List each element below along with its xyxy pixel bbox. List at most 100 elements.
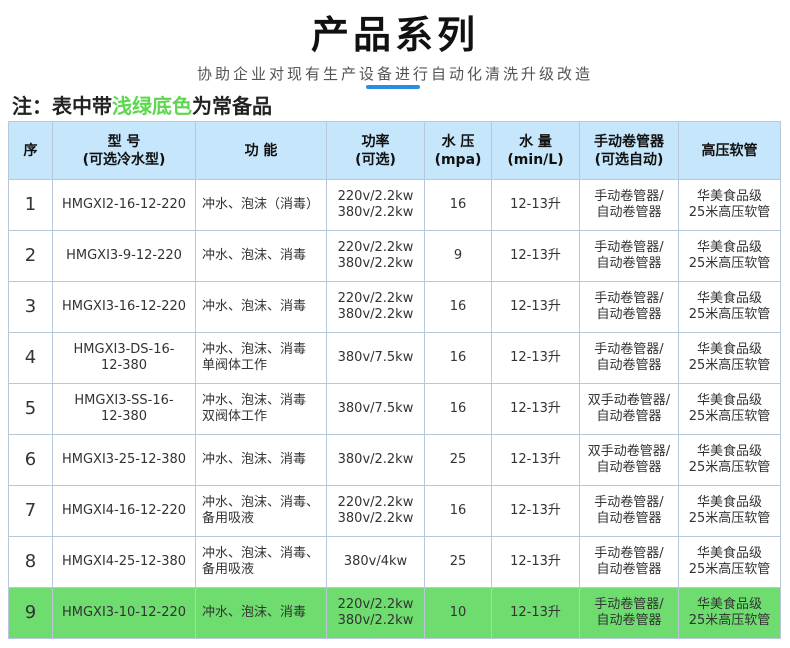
page-subtitle: 协助企业对现有生产设备进行自动化清洗升级改造 <box>196 65 593 83</box>
cell-flow-text: 12-13升 <box>510 605 561 620</box>
cell-reel-text: 手动卷管器/ <box>594 597 664 612</box>
cell-function: 冲水、泡沫、消毒 <box>195 230 327 282</box>
cell-function: 冲水、泡沫、消毒 单阀体工作 <box>195 332 327 384</box>
cell-index-text: 8 <box>24 551 37 572</box>
cell-pressure: 16 <box>424 281 492 333</box>
cell-power-text: 380v/2.2kw <box>337 256 414 271</box>
cell-index-text: 3 <box>24 296 37 317</box>
cell-function: 冲水、泡沫、消毒 <box>195 587 327 639</box>
cell-hose-text: 25米高压软管 <box>688 205 771 220</box>
cell-reel: 双手动卷管器/自动卷管器 <box>579 434 679 486</box>
cell-model-text: HMGXI4-25-12-380 <box>61 554 187 569</box>
cell-index: 7 <box>8 485 53 537</box>
cell-hose: 华美食品级 25米高压软管 <box>678 230 781 282</box>
cell-hose-text: 华美食品级 <box>696 393 762 408</box>
cell-reel-text: 自动卷管器 <box>596 511 662 526</box>
cell-flow-text: 12-13升 <box>510 452 561 467</box>
cell-flow-text: 12-13升 <box>510 299 561 314</box>
cell-hose-text: 25米高压软管 <box>688 613 771 628</box>
cell-power: 380v/7.5kw <box>326 383 425 435</box>
cell-reel-text: 自动卷管器 <box>596 460 662 475</box>
cell-flow: 12-13升 <box>491 587 580 639</box>
cell-pressure-text: 16 <box>449 401 467 416</box>
cell-reel-text: 自动卷管器 <box>596 562 662 577</box>
table-row: 3 HMGXI3-16-12-220 冲水、泡沫、消毒 220v/2.2kw 380v/… <box>8 281 781 333</box>
cell-model-text: HMGXI3-10-12-220 <box>61 605 187 620</box>
cell-reel-text: 双手动卷管器/ <box>587 444 671 459</box>
cell-flow-text: 12-13升 <box>510 401 561 416</box>
cell-function: 冲水、泡沫、消毒、 备用吸液 <box>195 536 327 588</box>
cell-model: HMGXI3-9-12-220 <box>52 230 196 282</box>
cell-reel-text: 自动卷管器 <box>596 307 662 322</box>
col-function-header: 功 能 <box>195 121 327 180</box>
cell-function: 冲水、泡沫、消毒 <box>195 281 327 333</box>
cell-pressure: 25 <box>424 434 492 486</box>
subtitle-underline <box>366 85 420 89</box>
cell-index-text: 1 <box>24 194 37 215</box>
cell-index-text: 4 <box>24 347 37 368</box>
cell-reel-text: 自动卷管器 <box>596 409 662 424</box>
cell-function-text: 冲水、泡沫（消毒） <box>202 197 320 212</box>
table-row: 9 HMGXI3-10-12-220 冲水、泡沫、消毒 220v/2.2kw 380v/… <box>8 587 781 639</box>
cell-power: 380v/7.5kw <box>326 332 425 384</box>
cell-function-text: 冲水、泡沫、消毒 <box>202 605 307 620</box>
cell-hose-text: 华美食品级 <box>696 189 762 204</box>
header-line-1: 手动卷管器 <box>594 133 664 150</box>
cell-hose: 华美食品级 25米高压软管 <box>678 383 781 435</box>
cell-reel: 手动卷管器/自动卷管器 <box>579 281 679 333</box>
cell-index: 6 <box>8 434 53 486</box>
cell-function: 冲水、泡沫（消毒） <box>195 179 327 231</box>
cell-index: 2 <box>8 230 53 282</box>
cell-index-text: 7 <box>24 500 37 521</box>
header-line-1: 功 能 <box>244 142 278 159</box>
cell-power-text: 380v/7.5kw <box>337 401 414 416</box>
product-table: 序型 号 (可选冷水型) 功 能功率 (可选) 水 压 (mpa) 水 量 (min/L) 手动… <box>8 121 781 639</box>
note-prefix: 注：表中带 <box>12 94 112 118</box>
cell-hose-text: 25米高压软管 <box>688 511 771 526</box>
cell-pressure-text: 25 <box>449 554 467 569</box>
cell-hose-text: 华美食品级 <box>696 495 762 510</box>
cell-power-text: 220v/2.2kw <box>337 495 414 510</box>
cell-reel-text: 手动卷管器/ <box>594 189 664 204</box>
cell-flow: 12-13升 <box>491 536 580 588</box>
cell-model: HMGXI4-25-12-380 <box>52 536 196 588</box>
cell-power: 380v/2.2kw <box>326 434 425 486</box>
cell-reel: 手动卷管器/自动卷管器 <box>579 179 679 231</box>
cell-power-text: 380v/2.2kw <box>337 511 414 526</box>
header-line-2: (min/L) <box>507 151 564 168</box>
cell-hose: 华美食品级 25米高压软管 <box>678 281 781 333</box>
cell-model: HMGXI3-16-12-220 <box>52 281 196 333</box>
cell-power: 220v/2.2kw 380v/2.2kw <box>326 485 425 537</box>
cell-model-text: HMGXI3-SS-16- <box>74 393 174 408</box>
cell-function-text: 备用吸液 <box>202 562 255 577</box>
cell-model: HMGXI3-SS-16- 12-380 <box>52 383 196 435</box>
header-line-2: (可选自动) <box>594 151 664 168</box>
cell-model-text: HMGXI2-16-12-220 <box>61 197 187 212</box>
cell-hose: 华美食品级 25米高压软管 <box>678 587 781 639</box>
header-line-1: 型 号 <box>107 133 141 150</box>
cell-hose-text: 25米高压软管 <box>688 562 771 577</box>
cell-index: 5 <box>8 383 53 435</box>
cell-model-text: HMGXI3-9-12-220 <box>66 248 182 263</box>
col-power-header: 功率 (可选) <box>326 121 425 180</box>
table-header-row: 序型 号 (可选冷水型) 功 能功率 (可选) 水 压 (mpa) 水 量 (min/L) 手动… <box>8 121 781 180</box>
note-suffix: 为常备品 <box>192 94 272 118</box>
cell-index: 8 <box>8 536 53 588</box>
col-flow-header: 水 量 (min/L) <box>491 121 580 180</box>
cell-index-text: 5 <box>24 398 37 419</box>
cell-flow-text: 12-13升 <box>510 350 561 365</box>
cell-flow: 12-13升 <box>491 485 580 537</box>
cell-pressure-text: 16 <box>449 197 467 212</box>
cell-flow: 12-13升 <box>491 434 580 486</box>
stock-note: 注：表中带浅绿底色为常备品 <box>12 90 272 119</box>
cell-index-text: 6 <box>24 449 37 470</box>
cell-hose-text: 25米高压软管 <box>688 256 771 271</box>
cell-model-text: HMGXI3-DS-16- <box>73 342 175 357</box>
cell-hose-text: 华美食品级 <box>696 240 762 255</box>
cell-power: 220v/2.2kw 380v/2.2kw <box>326 179 425 231</box>
cell-power: 220v/2.2kw 380v/2.2kw <box>326 587 425 639</box>
table-row: 2 HMGXI3-9-12-220 冲水、泡沫、消毒 220v/2.2kw 380v/2… <box>8 230 781 282</box>
cell-hose-text: 25米高压软管 <box>688 409 771 424</box>
cell-index-text: 9 <box>24 602 37 623</box>
cell-hose: 华美食品级 25米高压软管 <box>678 485 781 537</box>
